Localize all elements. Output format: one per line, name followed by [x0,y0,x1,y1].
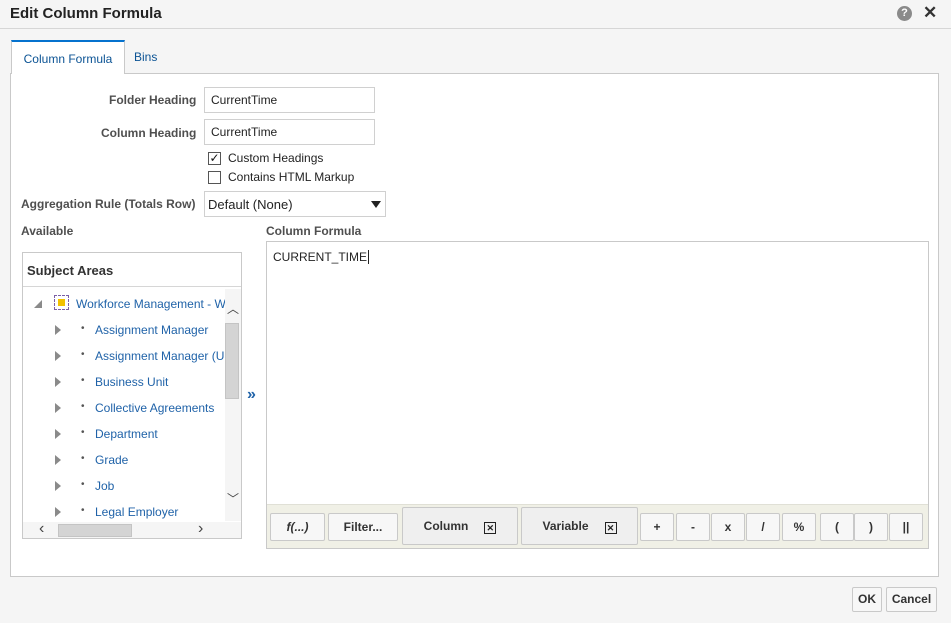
aggregation-rule-label: Aggregation Rule (Totals Row) [21,197,196,211]
subject-areas-panel: Subject Areas Workforce Management - W •… [22,252,242,539]
insert-column-arrow-icon[interactable]: » [247,386,256,404]
folder-dot-icon: • [81,427,85,438]
tree-item-assignment-manager[interactable]: • Assignment Manager [23,317,225,343]
aggregation-rule-value: Default (None) [208,197,293,212]
tree-item-job[interactable]: • Job [23,473,225,499]
column-button[interactable]: Column ✕ [402,507,518,545]
column-button-label: Column [423,519,469,533]
variable-dropdown-icon: ✕ [604,522,617,534]
folder-heading-input[interactable]: CurrentTime [204,87,375,113]
column-heading-label: Column Heading [101,126,197,140]
tree-item-grade[interactable]: • Grade [23,447,225,473]
variable-button[interactable]: Variable ✕ [521,507,638,545]
plus-operator-button[interactable]: + [640,513,674,541]
tree-item-label[interactable]: Legal Employer [95,505,178,519]
concat-operator-button[interactable]: || [889,513,923,541]
folder-dot-icon: • [81,375,85,386]
available-label: Available [21,224,74,238]
tree-item-department[interactable]: • Department [23,421,225,447]
scroll-right-icon[interactable]: › [198,521,203,537]
function-button[interactable]: f(...) [270,513,325,541]
tree-item-label[interactable]: Department [95,427,158,441]
custom-headings-label: Custom Headings [228,151,324,165]
expand-icon[interactable] [55,507,61,517]
folder-dot-icon: • [81,401,85,412]
tree-item-business-unit[interactable]: • Business Unit [23,369,225,395]
cancel-button[interactable]: Cancel [886,587,937,612]
horizontal-scroll-thumb[interactable] [58,524,132,537]
open-paren-button[interactable]: ( [820,513,854,541]
collapse-icon[interactable] [34,300,42,308]
filter-button[interactable]: Filter... [328,513,398,541]
scroll-up-icon[interactable]: ︿ [227,303,239,315]
formula-toolbar: f(...) Filter... Column ✕ Variable ✕ + - x… [267,504,928,548]
folder-heading-label: Folder Heading [109,93,197,107]
column-heading-input[interactable]: CurrentTime [204,119,375,145]
dialog-title: Edit Column Formula [10,5,162,22]
dialog-titlebar: Edit Column Formula ? ✕ [0,0,951,29]
multiply-operator-button[interactable]: x [711,513,745,541]
column-dropdown-icon: ✕ [484,522,497,534]
tree-item-label[interactable]: Business Unit [95,375,168,389]
horizontal-scrollbar[interactable] [23,522,241,538]
expand-icon[interactable] [55,481,61,491]
tree-item-label[interactable]: Assignment Manager [95,323,208,337]
tree-item-label[interactable]: Grade [95,453,128,467]
divide-operator-button[interactable]: / [746,513,780,541]
text-cursor [368,250,370,264]
tree-root-label[interactable]: Workforce Management - W [76,297,225,311]
formula-value: CURRENT_TIME [273,250,368,264]
folder-dot-icon: • [81,479,85,490]
help-icon[interactable]: ? [897,6,912,21]
expand-icon[interactable] [55,351,61,361]
tree-item-assignment-manager-u[interactable]: • Assignment Manager (U [23,343,225,369]
variable-button-label: Variable [542,519,589,533]
expand-icon[interactable] [55,429,61,439]
column-formula-label: Column Formula [266,224,362,238]
ok-button[interactable]: OK [852,587,882,612]
folder-dot-icon: • [81,323,85,334]
subject-areas-tree: Workforce Management - W • Assignment Ma… [23,289,225,521]
close-icon[interactable]: ✕ [923,3,937,23]
expand-icon[interactable] [55,455,61,465]
tree-item-collective-agreements[interactable]: • Collective Agreements [23,395,225,421]
expand-icon[interactable] [55,325,61,335]
subject-area-icon [54,295,69,310]
vertical-scroll-thumb[interactable] [225,323,239,399]
tree-item-label[interactable]: Job [95,479,114,493]
expand-icon[interactable] [55,377,61,387]
scroll-down-icon[interactable]: ﹀ [227,493,239,505]
formula-text[interactable]: CURRENT_TIME [273,250,370,264]
folder-dot-icon: • [81,349,85,360]
column-formula-editor[interactable]: CURRENT_TIME f(...) Filter... Column ✕ Va… [266,241,929,549]
percent-operator-button[interactable]: % [782,513,816,541]
subject-areas-title: Subject Areas [27,263,114,278]
contains-html-label: Contains HTML Markup [228,170,355,184]
scroll-left-icon[interactable]: ‹ [39,521,44,537]
folder-dot-icon: • [81,453,85,464]
minus-operator-button[interactable]: - [676,513,710,541]
tree-item-label[interactable]: Assignment Manager (U [95,349,224,363]
custom-headings-checkbox[interactable]: ✓ [208,152,221,165]
tree-item-label[interactable]: Collective Agreements [95,401,214,415]
expand-icon[interactable] [55,403,61,413]
tab-column-formula[interactable]: Column Formula [11,40,125,74]
folder-dot-icon: • [81,505,85,516]
close-paren-button[interactable]: ) [854,513,888,541]
contains-html-checkbox[interactable] [208,171,221,184]
aggregation-rule-select[interactable]: Default (None) [204,191,386,217]
subject-areas-header: Subject Areas [23,253,241,287]
tree-item-legal-employer[interactable]: • Legal Employer [23,499,225,521]
tab-bins[interactable]: Bins [134,50,157,64]
chevron-down-icon [371,201,381,208]
